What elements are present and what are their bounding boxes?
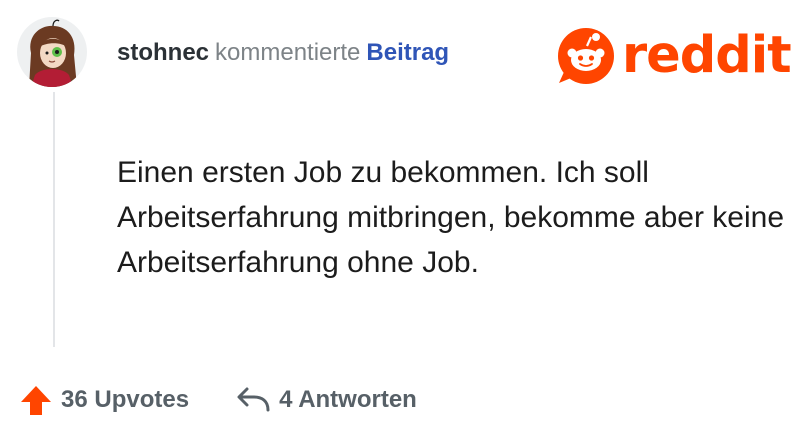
- comment-body: Einen ersten Job zu bekommen. Ich soll A…: [117, 156, 785, 279]
- user-avatar-image: [17, 17, 87, 87]
- reddit-snoo-icon: [558, 28, 614, 84]
- comment-header: stohnec kommentierte Beitrag: [117, 38, 449, 68]
- upvote-count: 36 Upvotes: [61, 386, 190, 413]
- reddit-logo: reddit: [556, 26, 792, 86]
- upvote-arrow-icon: [21, 386, 51, 415]
- comment-card: stohnec kommentierte Beitrag reddit Einen …: [0, 0, 804, 438]
- upvote-button[interactable]: 36 Upvotes: [19, 383, 189, 417]
- comment-footer: 36 Upvotes 4 Antworten: [19, 380, 417, 420]
- thread-line[interactable]: [53, 92, 55, 347]
- action-text: kommentierte: [215, 39, 361, 66]
- username-link[interactable]: stohnec: [117, 39, 209, 66]
- reply-arrow-icon: [237, 387, 270, 412]
- reply-button[interactable]: 4 Antworten: [235, 385, 417, 415]
- reddit-wordmark: reddit: [622, 26, 792, 85]
- avatar[interactable]: [17, 17, 87, 87]
- reply-count: 4 Antworten: [279, 386, 417, 413]
- post-link[interactable]: Beitrag: [366, 39, 449, 66]
